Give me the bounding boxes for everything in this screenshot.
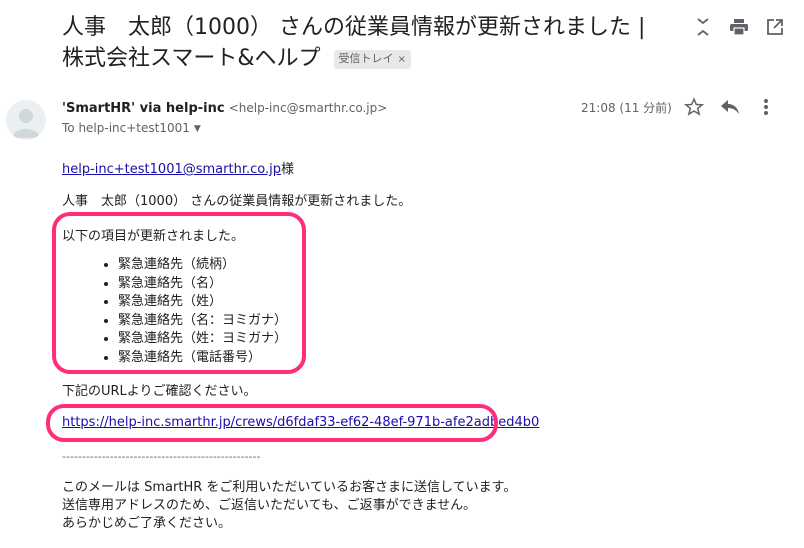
url-prompt: 下記のURLよりご確認ください。 xyxy=(62,384,257,399)
star-icon[interactable] xyxy=(683,96,705,118)
greeting-suffix: 様 xyxy=(280,162,294,177)
print-icon[interactable] xyxy=(728,16,750,38)
email-subject: 人事 太郎（1000） さんの従業員情報が更新されました | 株式会社スマート&… xyxy=(62,12,672,74)
footer-line-3: あらかじめご了承ください。 xyxy=(62,516,232,531)
items-highlight-box xyxy=(52,212,306,374)
sender-avatar xyxy=(6,100,46,140)
footer-line-1: このメールは SmartHR をご利用いただいているお客さまに送信しています。 xyxy=(62,480,517,495)
intro-text: 人事 太郎（1000） さんの従業員情報が更新されました。 xyxy=(62,194,412,209)
caret-down-icon[interactable]: ▼ xyxy=(194,121,201,137)
footer-line-2: 送信専用アドレスのため、ご返信いただいても、ご返事ができません。 xyxy=(62,498,477,513)
sender-name: 'SmartHR' via help-inc xyxy=(62,101,225,116)
remove-label-icon[interactable]: × xyxy=(398,54,406,65)
greeting-line: help-inc+test1001@smarthr.co.jp様 xyxy=(62,161,294,179)
sender-info: 'SmartHR' via help-inc <help-inc@smarthr… xyxy=(62,99,387,118)
expand-collapse-icon[interactable] xyxy=(692,16,714,38)
inbox-label-text: 受信トレイ xyxy=(338,52,394,65)
recipient-line[interactable]: To help-inc+test1001 ▼ xyxy=(62,120,201,137)
header-actions xyxy=(692,16,786,38)
url-highlight-box xyxy=(46,404,498,442)
message-actions xyxy=(683,96,777,118)
inbox-label-chip[interactable]: 受信トレイ × xyxy=(333,50,411,69)
reply-icon[interactable] xyxy=(719,96,741,118)
more-vert-icon[interactable] xyxy=(755,96,777,118)
sender-address: <help-inc@smarthr.co.jp> xyxy=(228,101,388,115)
recipient-text: To help-inc+test1001 xyxy=(62,121,190,135)
email-time: 21:08 (11 分前) xyxy=(581,101,672,115)
open-new-window-icon[interactable] xyxy=(764,16,786,38)
avatar-person-icon xyxy=(12,109,40,138)
divider-line: ----------------------------------------… xyxy=(62,450,261,463)
greeting-email-link[interactable]: help-inc+test1001@smarthr.co.jp xyxy=(62,162,281,177)
